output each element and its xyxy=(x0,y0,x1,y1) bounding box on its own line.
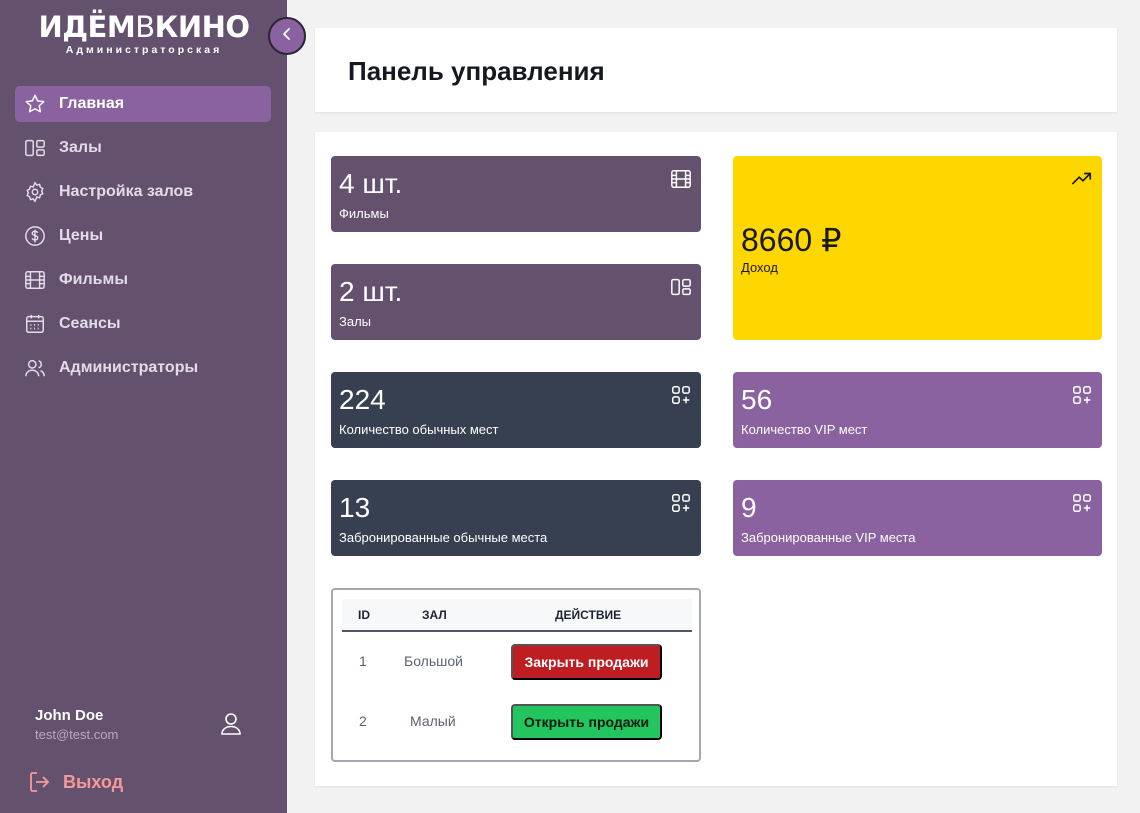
booked-regular-label: Забронированные обычные места xyxy=(339,530,548,545)
layout-icon xyxy=(24,137,46,159)
sidebar-item-label: Администраторы xyxy=(59,359,199,376)
row-id: 1 xyxy=(359,653,367,669)
calendar-icon xyxy=(24,313,46,335)
sidebar-nav: Главная Залы Настройка залов Цены Фильмы xyxy=(15,86,271,394)
logout-button[interactable]: Выход xyxy=(28,770,123,794)
column-header-action: ДЕЙСТВИЕ xyxy=(555,608,622,622)
column-header-hall: ЗАЛ xyxy=(422,608,447,622)
grid-plus-icon xyxy=(1071,384,1093,406)
booked-regular-count: 13 xyxy=(339,492,371,523)
sidebar-item-label: Цены xyxy=(59,227,104,244)
revenue-label: Доход xyxy=(741,260,778,275)
films-card[interactable]: 4 шт. Фильмы xyxy=(331,156,701,232)
sidebar-item-label: Фильмы xyxy=(59,271,128,288)
regular-seats-card[interactable]: 224 Количество обычных мест xyxy=(331,372,701,448)
star-icon xyxy=(24,93,46,115)
vip-seats-count: 56 xyxy=(741,384,773,415)
table-row: 1 Большой Закрыть продажи xyxy=(342,643,692,683)
logout-label: Выход xyxy=(63,771,124,792)
halls-table: ID ЗАЛ ДЕЙСТВИЕ 1 Большой Закрыть продаж… xyxy=(331,588,701,762)
user-info: John Doe test@test.com xyxy=(35,706,255,744)
booked-vip-count: 9 xyxy=(741,492,757,523)
page-title: Панель управления xyxy=(348,56,605,86)
vip-seats-label: Количество VIP мест xyxy=(741,422,868,437)
revenue-value: 8660 ₽ xyxy=(741,222,842,258)
grid-plus-icon xyxy=(670,492,692,514)
sidebar-item-label: Настройка залов xyxy=(59,183,194,200)
dashboard-content: 4 шт. Фильмы 2 шт. Залы 8660 ₽ Доход 224… xyxy=(315,132,1117,786)
sidebar-item-label: Залы xyxy=(59,139,102,156)
sidebar: ИДЁМВКИНО Администраторская Главная Залы… xyxy=(0,0,287,813)
films-count: 4 шт. xyxy=(339,168,403,199)
halls-count: 2 шт. xyxy=(339,276,403,307)
row-hall: Малый xyxy=(410,713,456,729)
revenue-card[interactable]: 8660 ₽ Доход xyxy=(733,156,1102,340)
close-sales-button[interactable]: Закрыть продажи xyxy=(511,644,662,680)
grid-plus-icon xyxy=(1071,492,1093,514)
sidebar-item-admins[interactable]: Администраторы xyxy=(15,350,271,386)
regular-seats-label: Количество обычных мест xyxy=(339,422,499,437)
row-hall: Большой xyxy=(404,653,463,669)
logout-icon xyxy=(28,770,50,794)
dollar-icon xyxy=(24,225,46,247)
sidebar-item-halls[interactable]: Залы xyxy=(15,130,271,166)
sidebar-item-home[interactable]: Главная xyxy=(15,86,271,122)
films-label: Фильмы xyxy=(339,206,389,221)
chevron-left-icon xyxy=(280,27,294,46)
vip-seats-card[interactable]: 56 Количество VIP мест xyxy=(733,372,1102,448)
sidebar-item-hall-settings[interactable]: Настройка залов xyxy=(15,174,271,210)
grid-plus-icon xyxy=(670,384,692,406)
sidebar-item-sessions[interactable]: Сеансы xyxy=(15,306,271,342)
users-icon xyxy=(24,357,46,379)
logo: ИДЁМВКИНО Администраторская xyxy=(38,10,250,56)
table-header: ID ЗАЛ ДЕЙСТВИЕ xyxy=(342,599,692,632)
film-icon xyxy=(24,269,46,291)
user-icon[interactable] xyxy=(220,712,242,736)
booked-vip-label: Забронированные VIP места xyxy=(741,530,916,545)
sidebar-item-films[interactable]: Фильмы xyxy=(15,262,271,298)
page-header: Панель управления xyxy=(315,28,1117,112)
gear-icon xyxy=(24,181,46,203)
sidebar-item-label: Сеансы xyxy=(59,315,121,332)
column-header-id: ID xyxy=(358,608,370,622)
sidebar-item-prices[interactable]: Цены xyxy=(15,218,271,254)
open-sales-button[interactable]: Открыть продажи xyxy=(511,704,662,740)
table-row: 2 Малый Открыть продажи xyxy=(342,703,692,743)
trending-up-icon xyxy=(1071,168,1093,190)
film-icon xyxy=(670,168,692,190)
logo-subtitle: Администраторская xyxy=(65,44,223,56)
logo-title: ИДЁМВКИНО xyxy=(38,10,250,44)
booked-regular-card[interactable]: 13 Забронированные обычные места xyxy=(331,480,701,556)
sidebar-collapse-button[interactable] xyxy=(268,17,306,55)
halls-label: Залы xyxy=(339,314,372,329)
sidebar-item-label: Главная xyxy=(59,95,125,112)
booked-vip-card[interactable]: 9 Забронированные VIP места xyxy=(733,480,1102,556)
halls-card[interactable]: 2 шт. Залы xyxy=(331,264,701,340)
layout-icon xyxy=(670,276,692,298)
row-id: 2 xyxy=(359,713,367,729)
regular-seats-count: 224 xyxy=(339,384,386,415)
